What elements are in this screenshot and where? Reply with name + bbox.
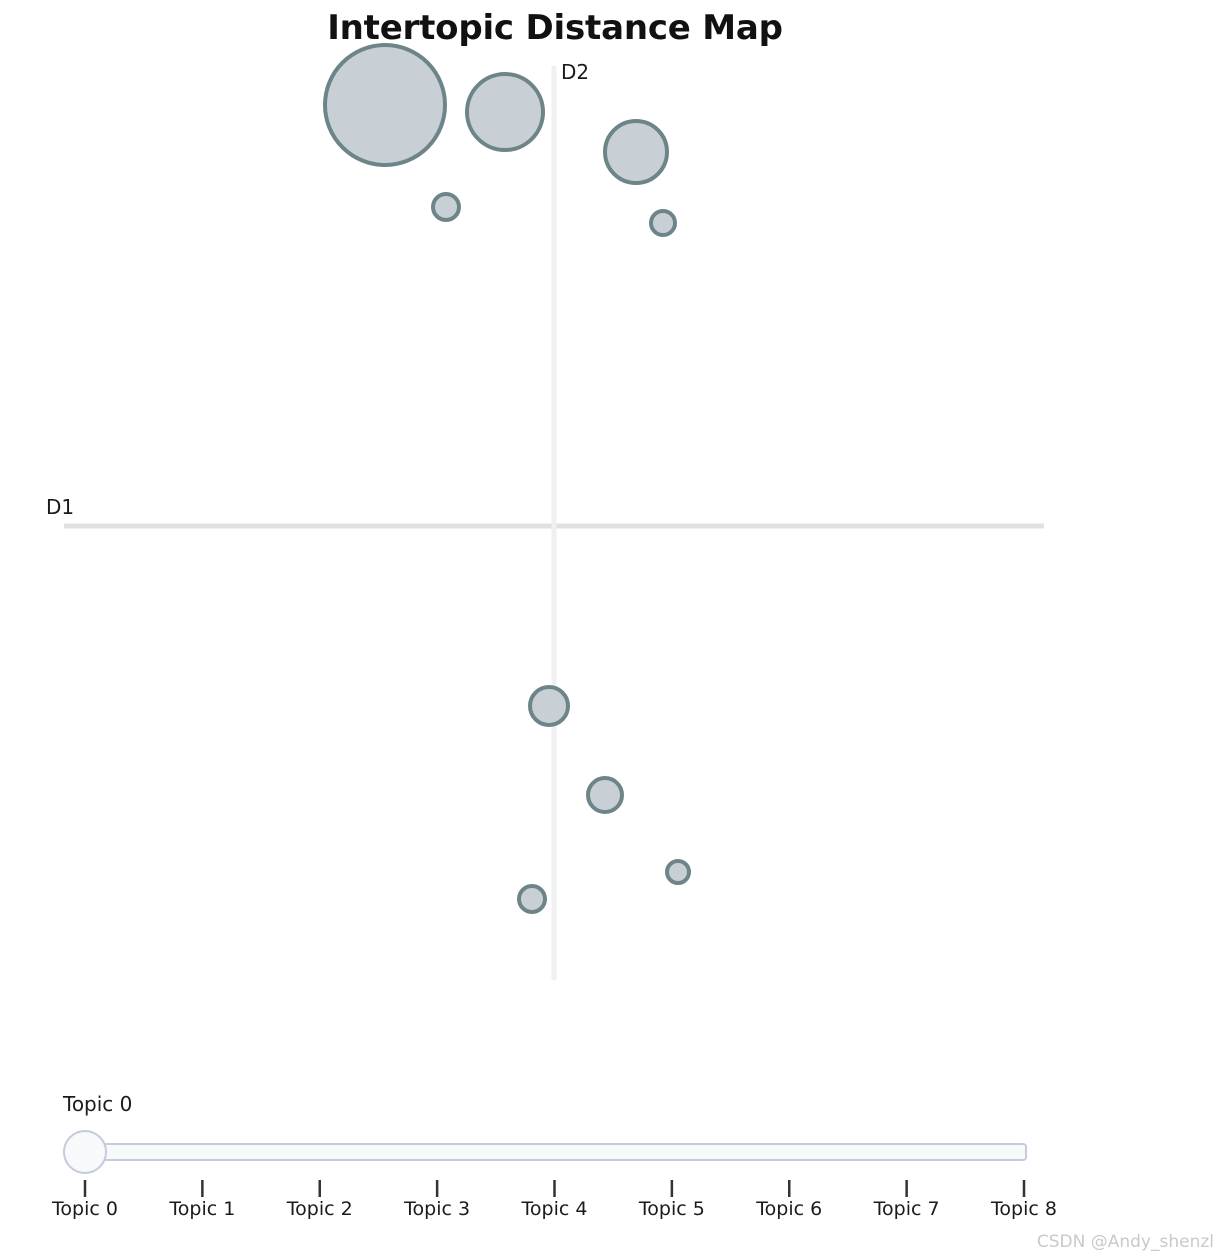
topic-bubble[interactable]: [649, 209, 677, 237]
topic-bubble[interactable]: [603, 119, 669, 185]
axis-lines: [64, 66, 1044, 980]
topic-slider[interactable]: Topic 0 Topic 0 Topic 1 Topic 2 Topic 3 Topi…: [0, 1075, 1220, 1258]
watermark-text: CSDN @Andy_shenzl: [1036, 1232, 1214, 1252]
slider-tick-label[interactable]: Topic 3: [404, 1198, 470, 1220]
topic-bubble[interactable]: [323, 43, 447, 167]
slider-handle[interactable]: [63, 1130, 107, 1174]
slider-tick-label[interactable]: Topic 7: [874, 1198, 940, 1220]
slider-tick-label[interactable]: Topic 8: [991, 1198, 1057, 1220]
slider-track[interactable]: [102, 1143, 1027, 1161]
topic-bubble-group[interactable]: [323, 43, 691, 914]
slider-tick-label[interactable]: Topic 4: [522, 1198, 588, 1220]
slider-tick-label[interactable]: Topic 6: [756, 1198, 822, 1220]
scatter-plot-canvas[interactable]: D1 D2: [0, 0, 1220, 1050]
slider-track-bar[interactable]: [102, 1143, 1027, 1161]
topic-bubble[interactable]: [528, 685, 570, 727]
topic-bubble[interactable]: [517, 884, 547, 914]
topic-bubble[interactable]: [465, 72, 545, 152]
intertopic-distance-map-visualization: Intertopic Distance Map D1 D2 Topic 0 To…: [0, 0, 1220, 1258]
slider-tick-marks: [83, 1180, 1026, 1197]
topic-bubble[interactable]: [665, 859, 691, 885]
slider-handle-knob[interactable]: [63, 1130, 107, 1174]
slider-tick-label[interactable]: Topic 0: [52, 1198, 118, 1220]
slider-tick-label[interactable]: Topic 2: [287, 1198, 353, 1220]
slider-tick-label[interactable]: Topic 5: [639, 1198, 705, 1220]
axis-label-d2: D2: [561, 60, 590, 84]
slider-svg[interactable]: [0, 1075, 1220, 1258]
axis-label-d1: D1: [46, 495, 75, 519]
slider-tick-label[interactable]: Topic 1: [169, 1198, 235, 1220]
topic-bubble[interactable]: [431, 192, 461, 222]
topic-bubble[interactable]: [586, 776, 624, 814]
plot-svg: [64, 43, 1044, 980]
